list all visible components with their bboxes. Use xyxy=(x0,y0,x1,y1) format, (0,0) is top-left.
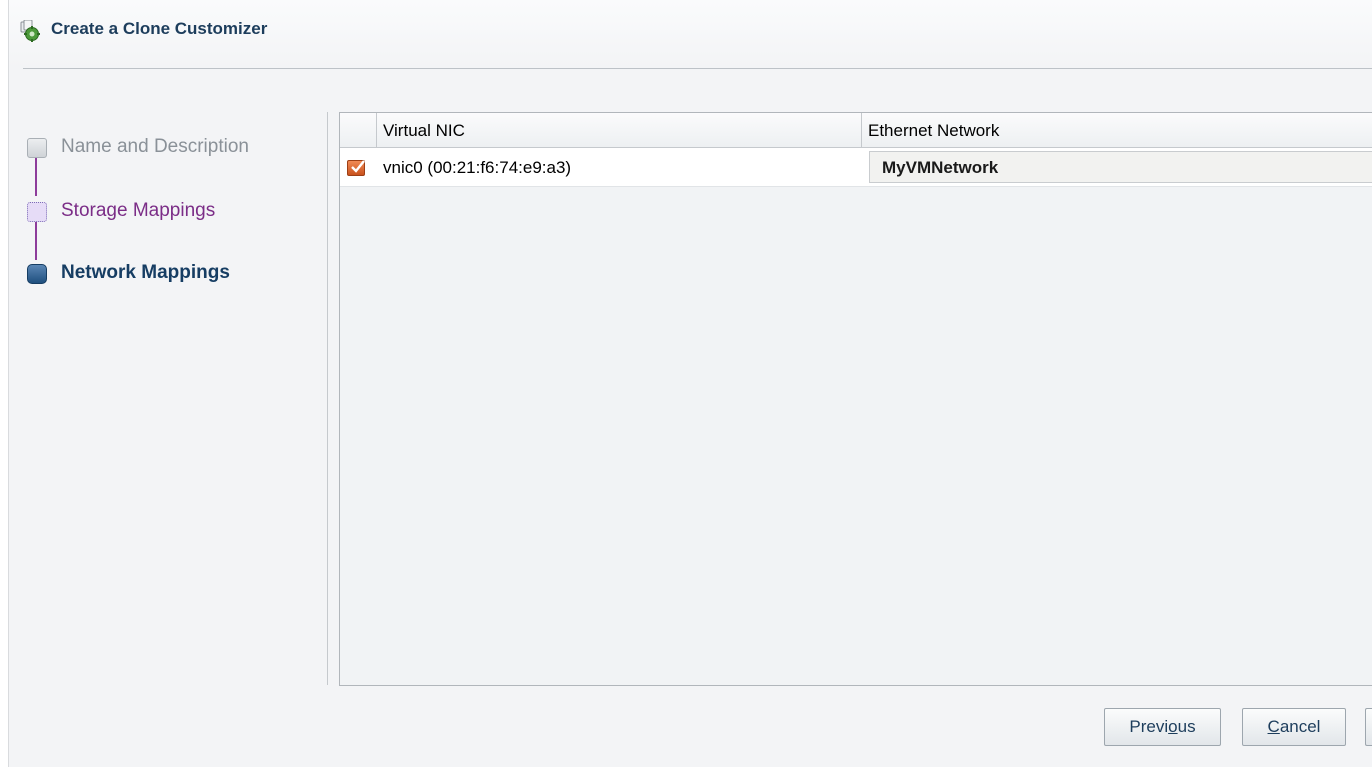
step-network-mappings: Network Mappings xyxy=(61,262,230,283)
previous-button[interactable]: Previous xyxy=(1104,708,1221,746)
dialog-title: Create a Clone Customizer xyxy=(51,19,268,38)
dialog-window: Create a Clone Customizer Name and Descr… xyxy=(8,0,1372,767)
step-unvisited-icon[interactable] xyxy=(27,202,47,222)
step-storage-mappings[interactable]: Storage Mappings xyxy=(61,200,215,222)
select-column-header xyxy=(340,113,377,147)
wizard-train: Name and Description Storage Mappings Ne… xyxy=(9,110,309,310)
virtual-nic-cell: vnic0 (00:21:f6:74:e9:a3) xyxy=(383,158,572,177)
step-name-and-description[interactable]: Name and Description xyxy=(61,136,249,158)
step-visited-icon[interactable] xyxy=(27,138,47,158)
checkbox-checked-icon[interactable] xyxy=(347,160,365,176)
table-row[interactable]: vnic0 (00:21:f6:74:e9:a3) MyVMNetwork xyxy=(340,148,1372,187)
ethernet-network-select[interactable]: MyVMNetwork xyxy=(869,151,1372,183)
cancel-button[interactable]: Cancel xyxy=(1242,708,1346,746)
network-mappings-table: Virtual NIC Ethernet Network vnic0 (00:2… xyxy=(339,112,1372,686)
next-button-partial[interactable] xyxy=(1365,708,1372,746)
step-connector xyxy=(35,220,37,260)
dialog-header: Create a Clone Customizer xyxy=(9,0,1372,68)
gear-clone-icon xyxy=(19,19,41,42)
panel-splitter[interactable] xyxy=(327,112,328,685)
table-header: Virtual NIC Ethernet Network xyxy=(340,113,1372,148)
row-select-cell[interactable] xyxy=(340,148,377,186)
header-divider xyxy=(23,68,1372,69)
column-header-virtual-nic[interactable]: Virtual NIC xyxy=(377,113,862,147)
column-header-ethernet-network[interactable]: Ethernet Network xyxy=(862,113,1372,147)
step-current-icon xyxy=(27,264,47,284)
step-connector xyxy=(35,156,37,196)
